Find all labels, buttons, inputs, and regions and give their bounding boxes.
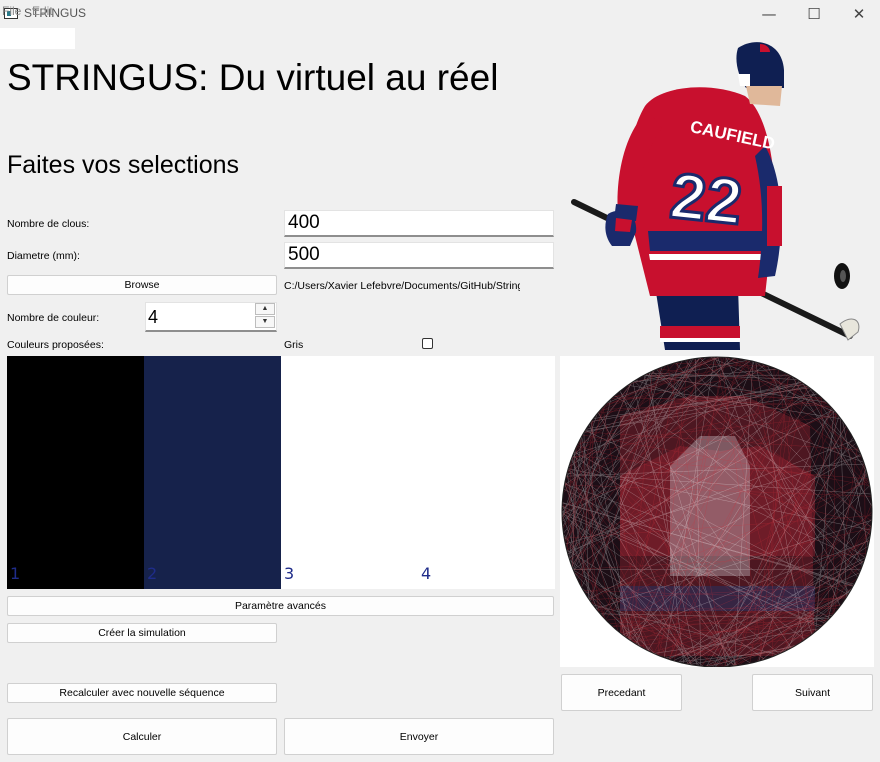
swatch-number: 3 xyxy=(284,564,295,583)
browse-button[interactable]: Browse xyxy=(7,275,277,295)
create-simulation-button[interactable]: Créer la simulation xyxy=(7,623,277,643)
next-button[interactable]: Suivant xyxy=(752,674,873,711)
swatch-number: 1 xyxy=(10,564,21,583)
nails-input[interactable]: 400 xyxy=(284,210,554,237)
diameter-input[interactable]: 500 xyxy=(284,242,554,269)
player-photo: CAUFIELD 22 xyxy=(571,42,860,350)
colors-count-spinbox[interactable]: 4 ▲ ▼ xyxy=(145,302,277,332)
nails-label: Nombre de clous: xyxy=(7,218,90,230)
gris-label: Gris xyxy=(284,339,304,351)
recalculate-button[interactable]: Recalculer avec nouvelle séquence xyxy=(7,683,277,703)
swatch-1[interactable]: 1 xyxy=(7,356,144,589)
maximize-button[interactable]: ☐ xyxy=(791,0,837,28)
previous-button[interactable]: Precedant xyxy=(561,674,682,711)
gris-checkbox[interactable] xyxy=(422,338,433,349)
string-art-preview xyxy=(560,356,874,667)
swatch-2[interactable]: 2 xyxy=(144,356,281,589)
svg-text:22: 22 xyxy=(667,159,745,238)
browse-path: C:/Users/Xavier Lefebvre/Documents/GitHu… xyxy=(284,280,520,292)
swatch-number: 4 xyxy=(421,564,432,583)
diameter-label: Diametre (mm): xyxy=(7,250,80,262)
swatch-3[interactable]: 3 xyxy=(281,356,418,589)
color-swatches: 1 2 3 4 xyxy=(7,356,555,589)
proposed-colors-label: Couleurs proposées: xyxy=(7,339,104,351)
swatch-number: 2 xyxy=(147,564,158,583)
close-button[interactable]: ✕ xyxy=(836,0,880,28)
calculate-button[interactable]: Calculer xyxy=(7,718,277,755)
menu-file[interactable]: File xyxy=(2,4,21,18)
send-button[interactable]: Envoyer xyxy=(284,718,554,755)
minimize-button[interactable]: — xyxy=(746,0,792,28)
menu-bar xyxy=(0,28,75,49)
swatch-4[interactable]: 4 xyxy=(418,356,555,589)
advanced-params-button[interactable]: Paramètre avancés xyxy=(7,596,554,616)
colors-count-label: Nombre de couleur: xyxy=(7,312,100,324)
menu-edit[interactable]: Edit xyxy=(32,4,53,18)
spin-up-icon[interactable]: ▲ xyxy=(255,303,275,315)
section-title: Faites vos selections xyxy=(7,151,240,179)
spin-down-icon[interactable]: ▼ xyxy=(255,316,275,328)
page-title: STRINGUS: Du virtuel au réel xyxy=(7,57,499,98)
colors-count-value: 4 xyxy=(148,307,159,327)
